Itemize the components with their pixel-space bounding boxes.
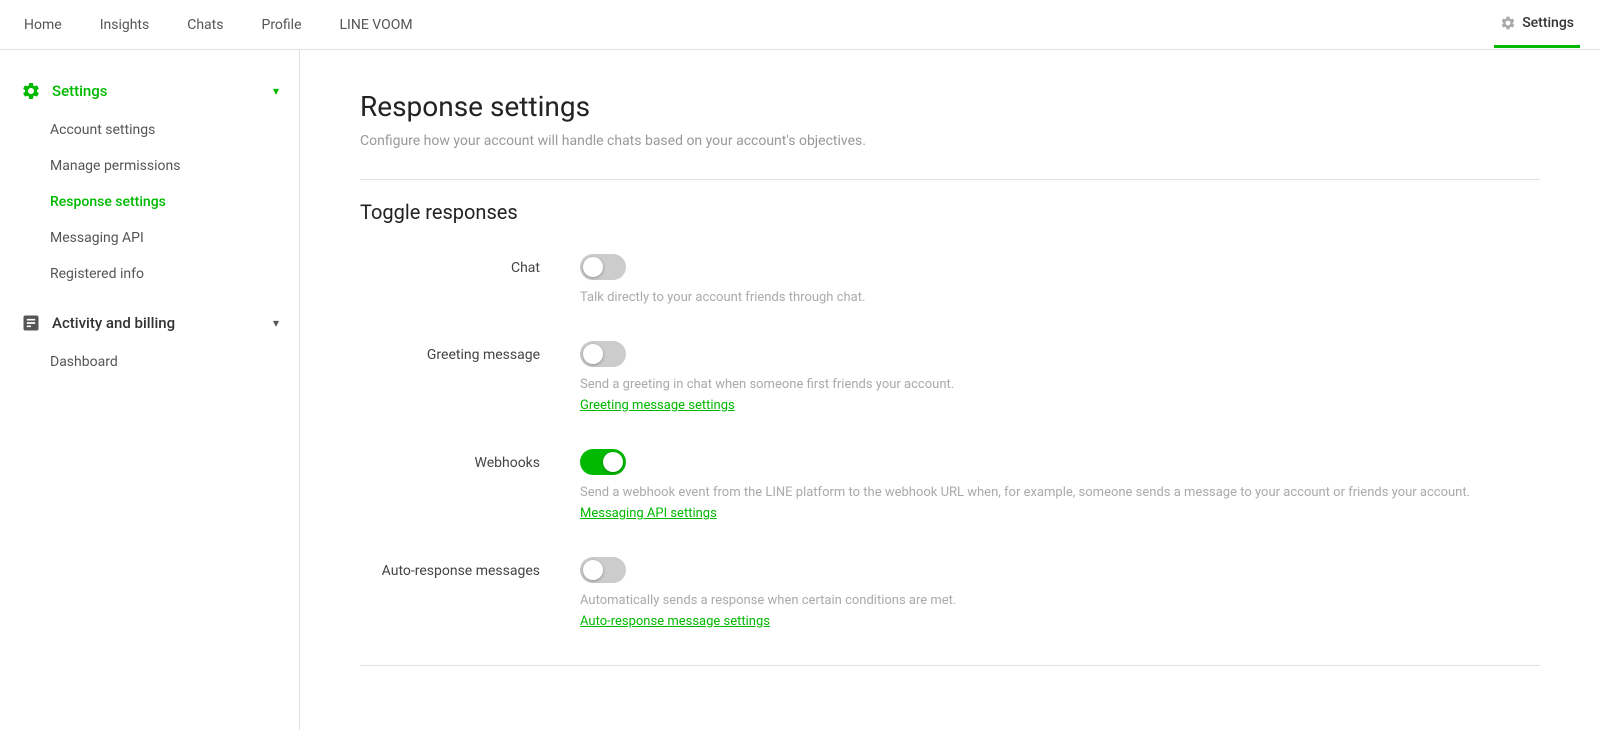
toggle-row-webhooks: Webhooks Send a webhook event from the L… — [360, 449, 1540, 521]
sidebar-item-messaging-api[interactable]: Messaging API — [0, 220, 299, 256]
sidebar-settings-label: Settings — [52, 82, 108, 100]
toggle-row-autoresponse: Auto-response messages Automatically sen… — [360, 557, 1540, 629]
toggle-row-chat: Chat Talk directly to your account frien… — [360, 254, 1540, 305]
page-subtitle: Configure how your account will handle c… — [360, 133, 1540, 149]
nav-links: Home Insights Chats Profile LINE VOOM — [20, 3, 417, 47]
toggle-content-chat: Talk directly to your account friends th… — [580, 254, 1540, 305]
sidebar-item-registered-info[interactable]: Registered info — [0, 256, 299, 292]
toggle-label-chat: Chat — [360, 254, 580, 276]
greeting-message-settings-link[interactable]: Greeting message settings — [580, 398, 735, 413]
settings-label: Settings — [1522, 15, 1574, 31]
toggle-switch-chat[interactable] — [580, 254, 626, 280]
top-nav: Home Insights Chats Profile LINE VOOM Se… — [0, 0, 1600, 50]
toggle-label-webhooks: Webhooks — [360, 449, 580, 471]
divider-top — [360, 179, 1540, 180]
page-title: Response settings — [360, 90, 1540, 123]
nav-insights[interactable]: Insights — [96, 3, 154, 47]
toggle-desc-chat: Talk directly to your account friends th… — [580, 290, 1540, 305]
divider-bottom — [360, 665, 1540, 666]
toggle-knob-autoresponse — [583, 560, 603, 580]
sidebar-settings-header[interactable]: Settings ▾ — [0, 70, 299, 112]
nav-linevoom[interactable]: LINE VOOM — [336, 3, 417, 47]
billing-icon — [20, 312, 42, 334]
sidebar: Settings ▾ Account settings Manage permi… — [0, 50, 300, 730]
main-content: Response settings Configure how your acc… — [300, 50, 1600, 730]
toggle-desc-autoresponse: Automatically sends a response when cert… — [580, 593, 1540, 608]
toggle-knob-webhooks — [603, 452, 623, 472]
messaging-api-settings-link[interactable]: Messaging API settings — [580, 506, 717, 521]
toggle-switch-webhooks[interactable] — [580, 449, 626, 475]
toggle-switch-greeting[interactable] — [580, 341, 626, 367]
sidebar-billing-label: Activity and billing — [52, 314, 175, 332]
toggle-desc-greeting: Send a greeting in chat when someone fir… — [580, 377, 1540, 392]
toggle-knob-greeting — [583, 344, 603, 364]
toggle-row-greeting: Greeting message Send a greeting in chat… — [360, 341, 1540, 413]
sidebar-item-account-settings[interactable]: Account settings — [0, 112, 299, 148]
sidebar-item-manage-permissions[interactable]: Manage permissions — [0, 148, 299, 184]
app-layout: Settings ▾ Account settings Manage permi… — [0, 50, 1600, 730]
chevron-down-icon: ▾ — [273, 84, 279, 98]
gear-icon — [1500, 15, 1516, 31]
toggle-label-autoresponse: Auto-response messages — [360, 557, 580, 579]
toggle-knob-chat — [583, 257, 603, 277]
settings-icon — [20, 80, 42, 102]
nav-home[interactable]: Home — [20, 3, 66, 47]
nav-chats[interactable]: Chats — [183, 3, 227, 47]
chevron-down-icon-2: ▾ — [273, 316, 279, 330]
sidebar-billing-header[interactable]: Activity and billing ▾ — [0, 302, 299, 344]
toggle-desc-webhooks: Send a webhook event from the LINE platf… — [580, 485, 1540, 500]
toggle-label-greeting: Greeting message — [360, 341, 580, 363]
toggle-switch-autoresponse[interactable] — [580, 557, 626, 583]
toggle-content-greeting: Send a greeting in chat when someone fir… — [580, 341, 1540, 413]
sidebar-item-dashboard[interactable]: Dashboard — [0, 344, 299, 380]
toggle-section-title: Toggle responses — [360, 200, 1540, 224]
auto-response-settings-link[interactable]: Auto-response message settings — [580, 614, 770, 629]
toggle-content-webhooks: Send a webhook event from the LINE platf… — [580, 449, 1540, 521]
sidebar-item-response-settings[interactable]: Response settings — [0, 184, 299, 220]
nav-profile[interactable]: Profile — [257, 3, 305, 47]
toggle-content-autoresponse: Automatically sends a response when cert… — [580, 557, 1540, 629]
nav-settings[interactable]: Settings — [1494, 1, 1580, 48]
